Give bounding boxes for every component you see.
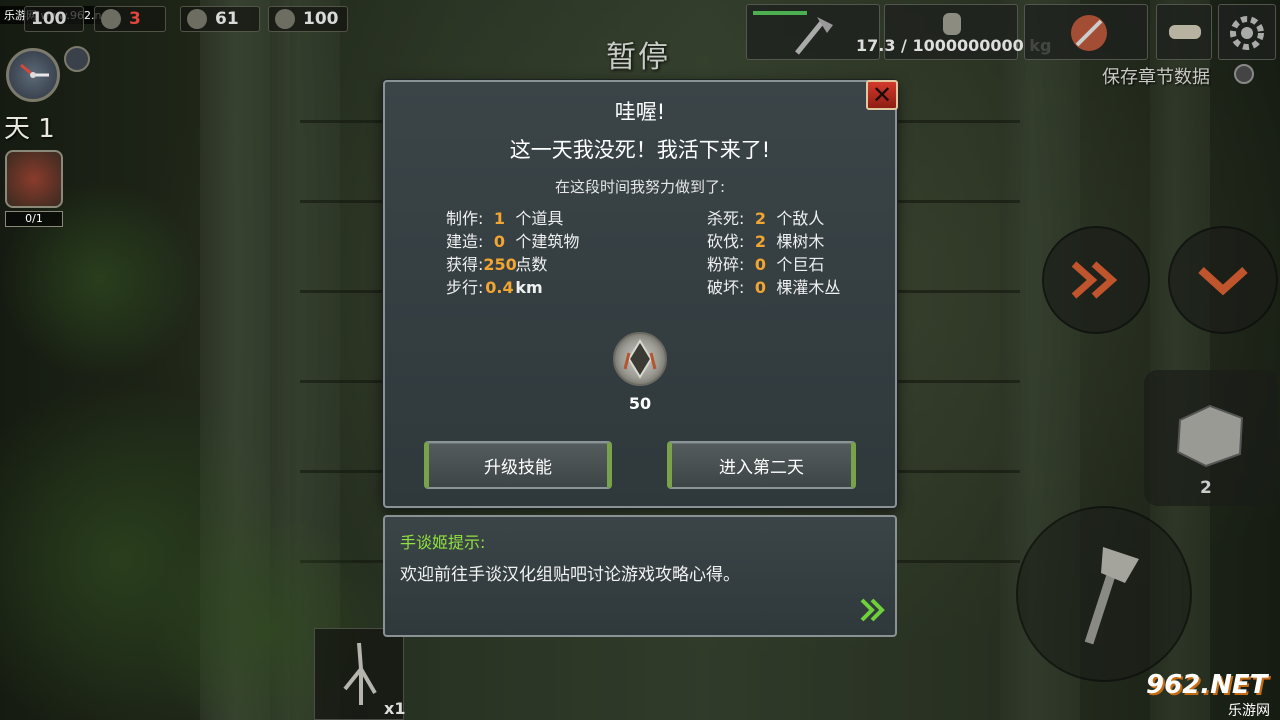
food-indicator: 61 [180, 6, 260, 32]
water-value: 100 [303, 9, 339, 29]
watermark-main: 962.NET [1146, 670, 1268, 700]
sprint-button[interactable] [1042, 226, 1150, 334]
upgrade-skills-button[interactable]: 升级技能 [424, 441, 612, 489]
food-value: 61 [215, 9, 239, 29]
stat-killed: 杀死: 2 个敌人 [707, 209, 825, 228]
site-watermark-logo: 962.NET 乐游网 [1146, 670, 1276, 719]
compass-icon[interactable] [6, 48, 60, 102]
crafting-button[interactable] [1024, 4, 1148, 60]
stat-bushes-destroyed: 破坏: 0 棵灌木丛 [707, 278, 841, 297]
tip-body: 欢迎前往手谈汉化组贴吧讨论游戏攻略心得。 [400, 565, 740, 585]
stat-crafted: 制作: 1 个道具 [446, 209, 564, 228]
carry-weight: 17.3 / 1000000000 kg [856, 36, 1052, 55]
skill-point-reward-icon [613, 332, 667, 386]
pause-title: 暂停 [606, 40, 670, 75]
crafting-icon [1071, 15, 1107, 51]
threat-indicator: 3 [94, 6, 166, 32]
axe-icon [795, 17, 833, 55]
water-icon [275, 9, 295, 29]
stone-count: 2 [1200, 478, 1212, 498]
stone-icon [1176, 404, 1244, 468]
crouch-button[interactable] [1168, 226, 1278, 334]
stat-built: 建造: 0 个建筑物 [446, 232, 580, 251]
map-toggle-icon[interactable] [64, 46, 90, 72]
water-indicator: 100 [268, 6, 348, 32]
axe-attack-icon [1084, 547, 1139, 645]
watermark-sub: 乐游网 [1228, 703, 1270, 719]
backpack-icon [943, 13, 961, 35]
next-day-button[interactable]: 进入第二天 [667, 441, 856, 489]
arrowhead-icon [623, 339, 657, 379]
chevron-down-icon [1198, 267, 1248, 296]
tip-title: 手谈姬提示: [400, 533, 486, 552]
save-status-icon [1234, 64, 1254, 84]
health-indicator: 100 [24, 6, 84, 32]
attack-button[interactable] [1016, 506, 1192, 682]
threat-icon [101, 9, 121, 29]
stat-points: 获得: 250 点数 [446, 255, 548, 274]
health-value: 100 [31, 9, 67, 29]
compass-needle-icon [20, 63, 49, 78]
dialog-subtitle: 在这段时间我努力做到了: [554, 178, 726, 196]
quest-icon[interactable] [5, 150, 63, 208]
inventory-count: x1 [384, 699, 406, 718]
threat-value: 3 [129, 9, 141, 29]
settings-button[interactable] [1218, 4, 1276, 60]
save-chapter-label[interactable]: 保存章节数据 [1102, 63, 1210, 89]
double-chevron-right-icon [1071, 261, 1118, 299]
scroll-icon [1169, 25, 1201, 39]
dialog-title: 哇喔! [614, 100, 666, 124]
dialog-headline: 这一天我没死！我活下来了! [509, 138, 771, 162]
quest-progress: 0/1 [5, 211, 63, 227]
reward-value: 50 [628, 394, 652, 413]
tip-next-button[interactable] [856, 594, 890, 626]
food-icon [187, 9, 207, 29]
stats-left-column: 制作: 1 个道具 建造: 0 个建筑物 获得: 250 点数 步行: 0.4 … [446, 207, 579, 299]
double-chevron-next-icon [860, 598, 885, 622]
stat-trees-chopped: 砍伐: 2 棵树木 [707, 232, 825, 251]
stat-rocks-smashed: 粉碎: 0 个巨石 [707, 255, 825, 274]
root-item-icon [343, 642, 377, 705]
day-counter: 天 1 [4, 114, 55, 144]
stat-walked: 步行: 0.4 km [446, 278, 543, 297]
map-scroll-button[interactable] [1156, 4, 1212, 60]
gear-icon [1230, 16, 1264, 50]
stats-right-column: 杀死: 2 个敌人 砍伐: 2 棵树木 粉碎: 0 个巨石 破坏: 0 棵灌木丛 [707, 207, 840, 299]
